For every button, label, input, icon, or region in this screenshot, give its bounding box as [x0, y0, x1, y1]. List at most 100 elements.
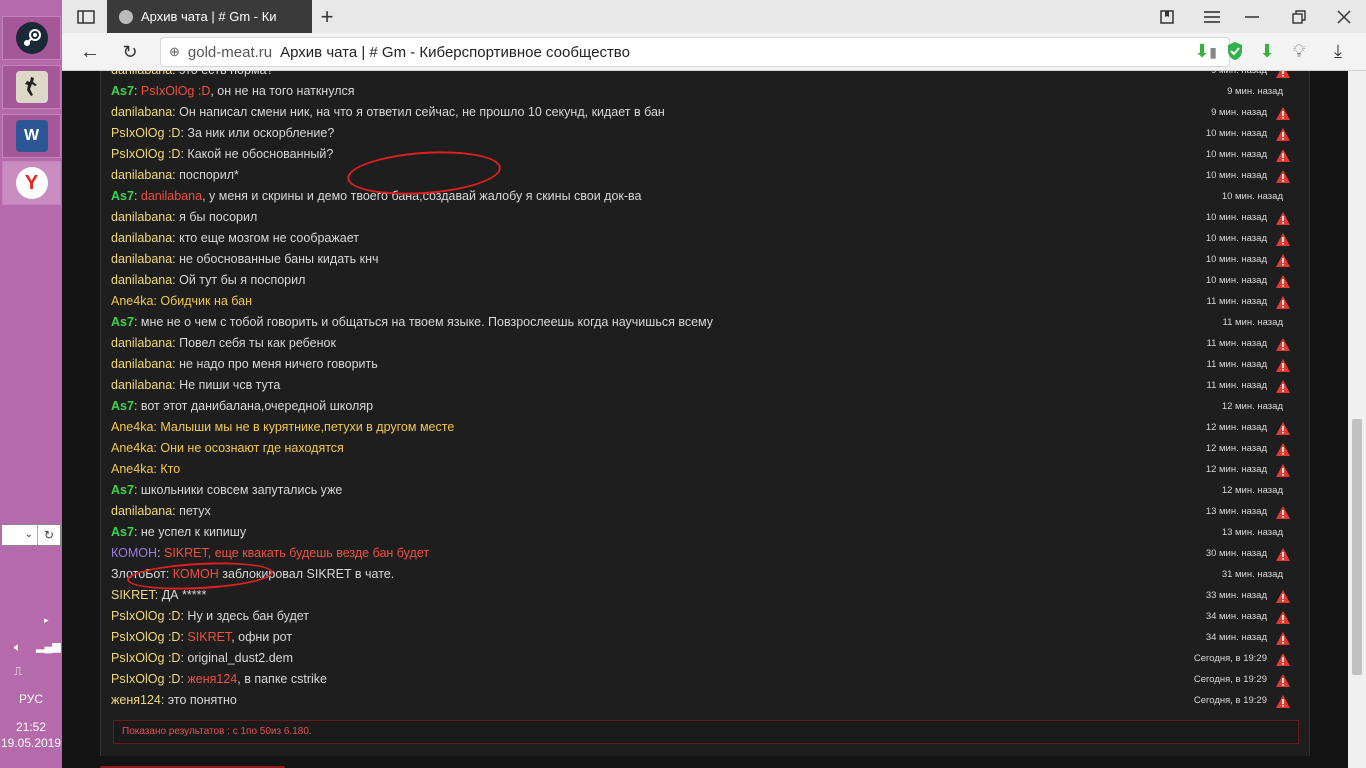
message-timestamp: 12 мин. назад [1221, 485, 1283, 496]
message-author[interactable]: As7 [111, 483, 134, 497]
message-author[interactable]: Ane4ka [111, 420, 153, 434]
tray-expand-icon[interactable]: ▸ [44, 615, 49, 626]
power-icon[interactable]: ⎍ [14, 664, 22, 679]
message-author[interactable]: As7 [111, 315, 134, 329]
steam-icon [15, 22, 48, 54]
message-author[interactable]: PsIxOlOg :D [111, 609, 180, 623]
message-author[interactable]: PsIxOlOg :D [111, 651, 180, 665]
page-scrollbar[interactable] [1348, 71, 1366, 768]
minimize-icon[interactable] [1232, 0, 1272, 33]
message-author[interactable]: danilabana [111, 210, 172, 224]
message-mention[interactable]: danilabana [141, 189, 202, 203]
message-mention[interactable]: PsIxOlOg :D [141, 84, 210, 98]
message-text: : Обидчик на бан [153, 294, 253, 308]
message-author[interactable]: danilabana [111, 504, 172, 518]
message-author[interactable]: SIKRET [111, 588, 155, 602]
message-author[interactable]: PsIxOlOg :D [111, 630, 180, 644]
message-author[interactable]: PsIxOlOg :D [111, 147, 180, 161]
tab-active[interactable]: Архив чата | # Gm - Ки [107, 0, 312, 33]
message-author[interactable]: danilabana [111, 231, 172, 245]
report-warning-icon[interactable] [1276, 505, 1290, 519]
message-author[interactable]: danilabana [111, 273, 172, 287]
report-warning-icon[interactable] [1276, 442, 1290, 456]
message-author[interactable]: Ane4ka [111, 294, 153, 308]
taskbar-select[interactable]: ⌄ ↻ [1, 524, 61, 546]
message-author[interactable]: PsIxOlOg :D [111, 672, 180, 686]
report-warning-icon[interactable] [1276, 127, 1290, 141]
taskbar-yandex-button[interactable]: Y [2, 161, 61, 205]
report-warning-icon[interactable] [1276, 673, 1290, 687]
report-warning-icon[interactable] [1276, 610, 1290, 624]
volume-icon[interactable]: 🔈︎ [14, 640, 21, 655]
report-warning-icon[interactable] [1276, 274, 1290, 288]
message-author[interactable]: As7 [111, 525, 134, 539]
message-author[interactable]: danilabana [111, 168, 172, 182]
report-warning-icon[interactable] [1276, 547, 1290, 561]
menu-icon[interactable] [1192, 0, 1232, 33]
message-author[interactable]: ЗлотоБот [111, 567, 166, 581]
taskbar-steam-button[interactable] [2, 16, 61, 60]
report-warning-icon[interactable] [1276, 232, 1290, 246]
report-warning-icon[interactable] [1276, 106, 1290, 120]
message-author[interactable]: As7 [111, 84, 134, 98]
report-warning-icon[interactable] [1276, 379, 1290, 393]
reload-icon[interactable]: ↻ [110, 35, 150, 69]
lightbulb-icon[interactable]: 💡︎ [1288, 40, 1310, 62]
download-ext-icon[interactable]: ⬇ [1191, 40, 1213, 62]
shield-icon[interactable] [1224, 40, 1246, 62]
sidebar-toggle-icon[interactable] [66, 0, 106, 33]
report-warning-icon[interactable] [1276, 169, 1290, 183]
message-separator: : [133, 189, 141, 203]
message-author[interactable]: danilabana [111, 336, 172, 350]
url-field[interactable]: ⊕ gold-meat.ru Архив чата | # Gm - Кибер… [160, 37, 1230, 67]
message-author[interactable]: женя124 [111, 693, 161, 707]
report-warning-icon[interactable] [1276, 652, 1290, 666]
message-author[interactable]: danilabana [111, 105, 172, 119]
bookmarks-icon[interactable] [1147, 0, 1187, 33]
report-warning-icon[interactable] [1276, 694, 1290, 708]
report-warning-icon[interactable] [1276, 71, 1290, 78]
message-mention[interactable]: SIKRET [164, 546, 208, 560]
message-author[interactable]: PsIxOlOg :D [111, 126, 180, 140]
network-icon[interactable]: ▂▄▆ [36, 640, 61, 653]
report-warning-icon[interactable] [1276, 631, 1290, 645]
message-author[interactable]: Ane4ka [111, 462, 153, 476]
report-warning-icon[interactable] [1276, 421, 1290, 435]
message-author[interactable]: danilabana [111, 71, 172, 77]
taskbar-counter-strike-button[interactable] [2, 65, 61, 109]
message-author[interactable]: КОМОН [111, 546, 157, 560]
message-timestamp: 10 мин. назад [1205, 275, 1267, 286]
message-mention[interactable]: женя124 [187, 672, 237, 686]
report-warning-icon[interactable] [1276, 337, 1290, 351]
report-warning-icon[interactable] [1276, 358, 1290, 372]
chat-message: danilabana: Не пиши чсв тута 11 мин. наза… [111, 375, 1299, 396]
chevron-down-icon[interactable]: ⌄ [2, 525, 38, 545]
report-warning-icon[interactable] [1276, 463, 1290, 477]
refresh-icon[interactable]: ↻ [38, 525, 60, 545]
report-warning-icon[interactable] [1276, 148, 1290, 162]
language-indicator[interactable]: РУС [0, 692, 62, 706]
report-warning-icon[interactable] [1276, 253, 1290, 267]
clock[interactable]: 21:52 19.05.2019 [0, 719, 62, 751]
taskbar-word-button[interactable]: W [2, 114, 61, 158]
savefrom-ext-icon[interactable]: ⬇ [1256, 40, 1278, 62]
message-author[interactable]: As7 [111, 399, 134, 413]
message-author[interactable]: danilabana [111, 357, 172, 371]
restore-icon[interactable] [1279, 0, 1319, 33]
chat-message: As7: danilabana, у меня и скрины и демо … [111, 186, 1299, 207]
message-author[interactable]: Ane4ka [111, 441, 153, 455]
new-tab-button[interactable]: + [307, 0, 347, 33]
back-arrow-icon[interactable]: ← [70, 35, 110, 69]
message-mention[interactable]: КОМОН [173, 567, 219, 581]
message-author[interactable]: danilabana [111, 252, 172, 266]
message-author[interactable]: As7 [111, 189, 134, 203]
report-warning-icon[interactable] [1276, 211, 1290, 225]
message-mention[interactable]: SIKRET [187, 630, 231, 644]
scrollbar-thumb[interactable] [1352, 419, 1362, 675]
report-warning-icon[interactable] [1276, 295, 1290, 309]
report-warning-icon[interactable] [1276, 589, 1290, 603]
message-author[interactable]: danilabana [111, 378, 172, 392]
message-text: заблокировал SIKRET в чате. [218, 567, 395, 581]
downloads-icon[interactable]: ⤓ [1327, 40, 1349, 62]
close-icon[interactable] [1324, 0, 1364, 33]
